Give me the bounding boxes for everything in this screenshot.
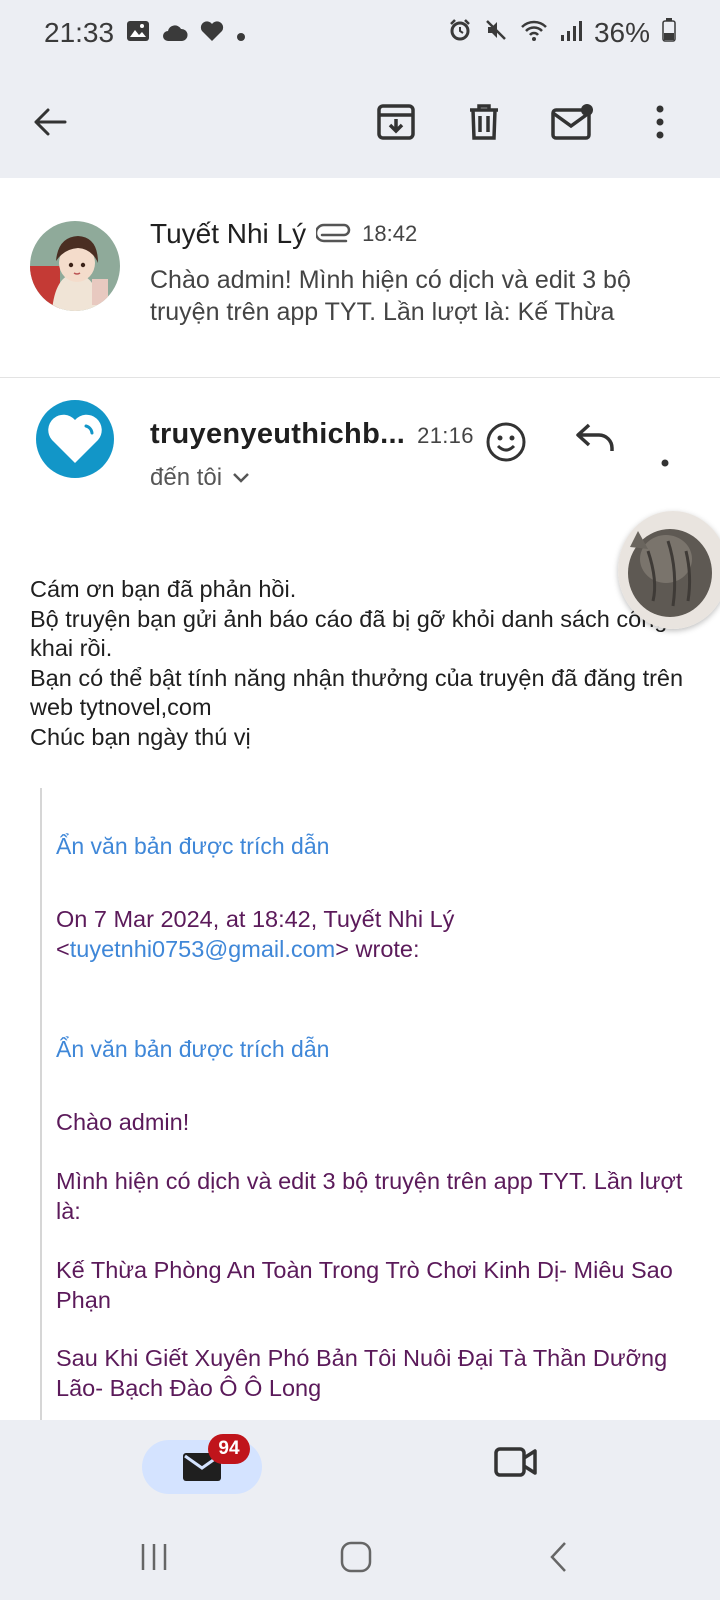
quoted-text-block: Ẩn văn bản được trích dẫn On 7 Mar 2024,…	[40, 788, 700, 1420]
recipient-details-toggle[interactable]: đến tôi	[150, 464, 250, 492]
archive-button[interactable]	[370, 96, 422, 148]
paperclip-icon	[314, 218, 352, 250]
hide-quoted-text-link[interactable]: Ẩn văn bản được trích dẫn	[56, 833, 696, 860]
hide-quoted-text-link[interactable]: Ẩn văn bản được trích dẫn	[56, 1036, 696, 1063]
heart-logo-icon	[48, 414, 102, 463]
signal-icon	[560, 17, 582, 49]
status-left: 21:33	[44, 17, 246, 49]
body-line: Cám ơn bạn đã phản hồi.	[30, 576, 297, 602]
meet-tab[interactable]	[494, 1446, 542, 1488]
cat-photo	[618, 511, 720, 629]
delete-button[interactable]	[458, 96, 510, 148]
avatar-sender-1[interactable]	[30, 221, 120, 311]
recents-button[interactable]	[134, 1540, 182, 1580]
message-more-button[interactable]	[660, 418, 696, 472]
back-arrow-icon	[34, 108, 67, 136]
sender-line-1: Tuyết Nhi Lý 18:42	[150, 218, 417, 250]
cloud-icon	[162, 17, 188, 49]
quote-attribution: On 7 Mar 2024, at 18:42, Tuyết Nhi Lý <t…	[56, 905, 696, 964]
message-time: 21:16	[417, 423, 474, 448]
reply-icon	[576, 423, 614, 451]
mark-unread-icon	[551, 104, 593, 140]
status-right: 36%	[448, 17, 676, 49]
video-icon	[494, 1447, 537, 1477]
more-options-button[interactable]	[634, 96, 686, 148]
body-line: Bạn có thể bật tính năng nhận thưởng của…	[30, 664, 684, 721]
body-line: Chúc bạn ngày thú vị	[30, 723, 251, 750]
chevron-down-icon	[233, 473, 249, 483]
image-icon	[126, 17, 150, 49]
top-app-bar	[0, 66, 720, 178]
bottom-navigation: 94	[0, 1420, 720, 1530]
system-navigation-bar	[0, 1530, 720, 1600]
mute-icon	[484, 17, 508, 49]
back-button[interactable]	[24, 96, 76, 148]
status-bar: 21:33 36%	[0, 0, 720, 66]
quote-email-line: <tuyetnhi0753@gmail.com> wrote:	[56, 935, 420, 962]
more-vert-icon	[661, 459, 669, 467]
collapsed-message[interactable]: Tuyết Nhi Lý 18:42 Chào admin! Mình hiện…	[0, 178, 720, 378]
quote-story-1: Kế Thừa Phòng An Toàn Trong Trò Chơi Kin…	[56, 1257, 673, 1313]
quote-story-2: Sau Khi Giết Xuyên Phó Bản Tôi Nuôi Đại …	[56, 1345, 668, 1401]
message-time: 18:42	[362, 221, 418, 246]
sender-name: truyenyeuthichb...	[150, 418, 406, 450]
battery-icon	[662, 17, 676, 49]
sender-line-2: truyenyeuthichb... 21:16	[150, 418, 474, 451]
message-body: Cám ơn bạn đã phản hồi. Bộ truyện bạn gử…	[30, 575, 690, 752]
recipient-label: đến tôi	[150, 464, 223, 491]
email-thread: Tuyết Nhi Lý 18:42 Chào admin! Mình hiện…	[0, 178, 720, 1420]
sender-name: Tuyết Nhi Lý	[150, 218, 307, 249]
archive-icon	[377, 104, 415, 140]
alarm-icon	[448, 17, 472, 49]
back-chevron-icon	[550, 1542, 566, 1572]
wifi-icon	[520, 17, 548, 49]
quote-date-line: On 7 Mar 2024, at 18:42, Tuyết Nhi Lý	[56, 906, 455, 932]
quote-greeting: Chào admin!	[56, 1109, 190, 1135]
message-snippet: Chào admin! Mình hiện có dịch và edit 3 …	[150, 266, 631, 326]
emoji-icon	[486, 422, 526, 462]
avatar-sender-2[interactable]	[36, 400, 114, 478]
battery-text: 36%	[593, 17, 650, 48]
unread-count-badge: 94	[208, 1434, 250, 1464]
dot-icon	[236, 17, 246, 49]
home-icon	[340, 1541, 372, 1573]
heart-icon	[200, 17, 224, 49]
floating-chat-head[interactable]	[618, 511, 720, 629]
mark-unread-button[interactable]	[547, 96, 599, 148]
status-time: 21:33	[44, 17, 115, 48]
more-vert-icon	[656, 105, 664, 139]
home-button[interactable]	[336, 1540, 384, 1580]
add-reaction-button[interactable]	[485, 421, 533, 469]
email-link[interactable]: tuyetnhi0753@gmail.com	[70, 936, 336, 962]
delete-icon	[470, 104, 498, 140]
back-nav-button[interactable]	[540, 1540, 588, 1580]
reply-button[interactable]	[575, 421, 623, 469]
recents-icon	[141, 1544, 167, 1570]
body-line: Bộ truyện bạn gửi ảnh báo cáo đã bị gỡ k…	[30, 605, 668, 662]
quote-intro: Mình hiện có dịch và edit 3 bộ truyện tr…	[56, 1168, 683, 1224]
